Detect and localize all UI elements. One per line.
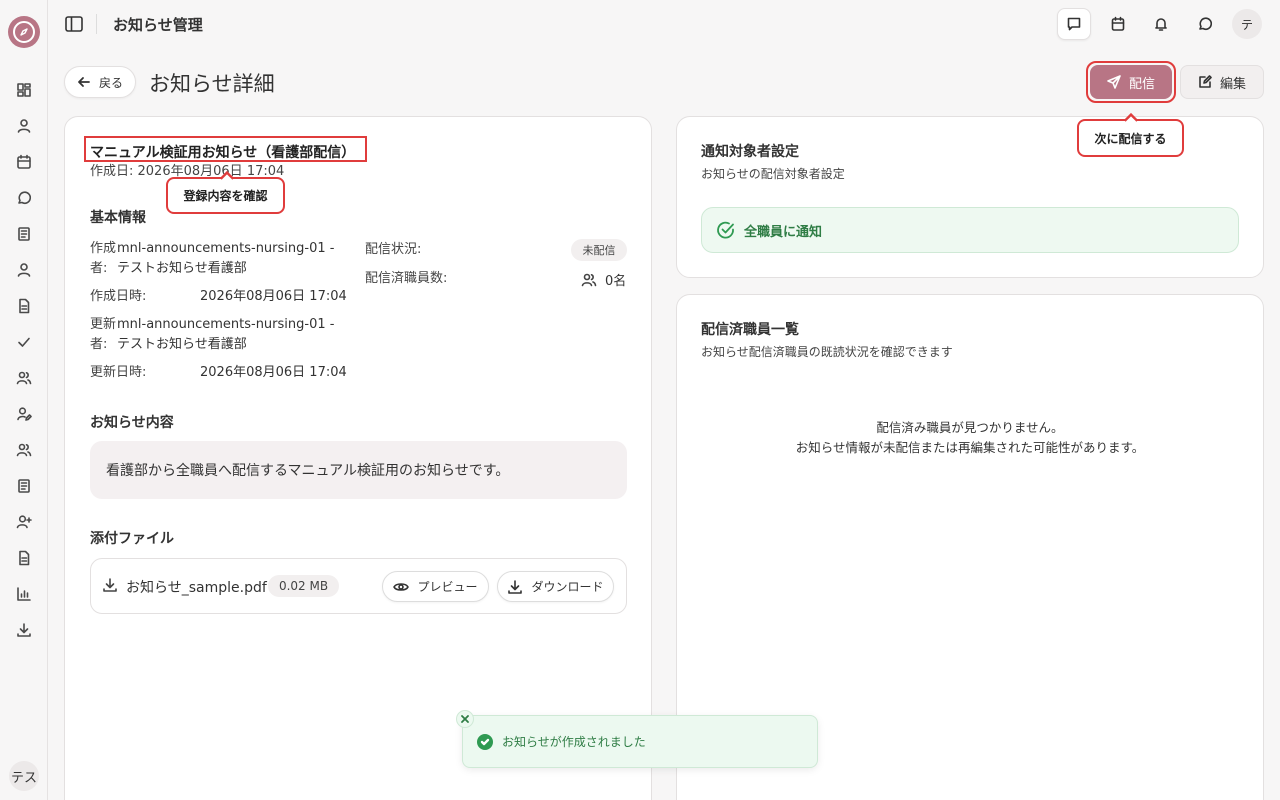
download-icon xyxy=(508,579,523,594)
user-add-icon[interactable] xyxy=(14,512,34,532)
creator-value-2: テストお知らせ看護部 xyxy=(117,261,247,276)
sidebar: テス xyxy=(0,0,48,800)
edit-label: 編集 xyxy=(1219,76,1246,92)
dashboard-icon[interactable] xyxy=(14,80,34,100)
download-icon[interactable] xyxy=(14,620,34,640)
preview-label: プレビュー xyxy=(417,580,478,594)
top-bar: お知らせ管理 テ xyxy=(48,0,1280,48)
delivered-count: 0名 xyxy=(581,270,626,289)
attachments-heading: 添付ファイル xyxy=(90,531,174,547)
back-button[interactable]: 戻る xyxy=(64,66,136,98)
edit-button[interactable]: 編集 xyxy=(1180,65,1264,99)
send-icon xyxy=(1107,75,1121,89)
bar-chart-icon[interactable] xyxy=(14,584,34,604)
arrow-left-icon xyxy=(78,77,90,87)
user-icon[interactable] xyxy=(14,116,34,136)
status-label: 配信状況: xyxy=(365,242,422,257)
title-hint-callout: 登録内容を確認 xyxy=(166,170,285,214)
app-title: お知らせ管理 xyxy=(113,16,203,34)
empty-line-1: 配信済み職員が見つかりません。 xyxy=(876,420,1064,435)
toast-message: お知らせが作成されました xyxy=(502,735,646,749)
sidebar-toggle-icon[interactable] xyxy=(64,14,84,34)
chat-icon[interactable] xyxy=(1057,8,1091,40)
eye-icon xyxy=(393,582,410,591)
created-at-value: 2026年08月06日 17:04 xyxy=(200,289,347,304)
message-icon[interactable] xyxy=(1188,8,1222,40)
calendar-icon[interactable] xyxy=(14,152,34,172)
bell-icon[interactable] xyxy=(1144,8,1178,40)
topbar-avatar[interactable]: テ xyxy=(1232,9,1262,39)
delivered-count-label: 配信済職員数: xyxy=(365,271,448,286)
content-body: 看護部から全職員へ配信するマニュアル検証用のお知らせです。 xyxy=(90,441,627,499)
toast-notification: お知らせが作成されました xyxy=(462,715,818,768)
updater-value-2: テストお知らせ看護部 xyxy=(117,337,247,352)
edit-icon xyxy=(1199,75,1212,88)
updater-label-2: 者: xyxy=(90,337,108,352)
delivered-list-heading: 配信済職員一覧 xyxy=(701,322,799,338)
check-circle-icon xyxy=(717,221,734,239)
chat-icon[interactable] xyxy=(14,188,34,208)
updated-at-label: 更新日時: xyxy=(90,365,147,380)
send-label: 配信 xyxy=(1128,76,1155,92)
delivered-count-value: 0名 xyxy=(605,274,627,289)
basic-info-heading: 基本情報 xyxy=(90,210,146,226)
check-icon xyxy=(477,733,493,750)
user-avatar[interactable]: テス xyxy=(9,761,39,791)
document-icon[interactable] xyxy=(14,548,34,568)
back-label: 戻る xyxy=(98,75,123,90)
file-name: お知らせ_sample.pdf xyxy=(126,580,267,596)
send-hint-callout: 次に配信する xyxy=(1077,112,1184,157)
created-at-label: 作成日時: xyxy=(90,289,147,304)
users-icon xyxy=(581,273,597,286)
title-hint-text: 登録内容を確認 xyxy=(183,189,268,203)
check-icon[interactable] xyxy=(14,332,34,352)
creator-label-2: 者: xyxy=(90,261,108,276)
app-logo[interactable] xyxy=(8,16,40,48)
delivered-list-subtitle: お知らせ配信済職員の既読状況を確認できます xyxy=(701,345,953,359)
updated-at-value: 2026年08月06日 17:04 xyxy=(200,365,347,380)
updater-value: mnl-announcements-nursing-01 - xyxy=(117,317,335,332)
user-icon[interactable] xyxy=(14,260,34,280)
calendar-icon[interactable] xyxy=(1101,8,1135,40)
preview-button[interactable]: プレビュー xyxy=(382,571,489,602)
download-icon[interactable] xyxy=(102,577,118,593)
creator-value: mnl-announcements-nursing-01 - xyxy=(117,241,335,256)
divider xyxy=(96,14,97,34)
empty-line-2: お知らせ情報が未配信または再編集された可能性があります。 xyxy=(795,440,1145,455)
user-edit-icon[interactable] xyxy=(14,404,34,424)
book-icon[interactable] xyxy=(14,224,34,244)
download-button[interactable]: ダウンロード xyxy=(497,571,614,602)
notify-all-label: 全職員に通知 xyxy=(744,224,823,240)
download-label: ダウンロード xyxy=(531,580,604,594)
targets-heading: 通知対象者設定 xyxy=(701,144,799,160)
title-highlight-box xyxy=(84,136,367,162)
empty-state: 配信済み職員が見つかりません。 お知らせ情報が未配信または再編集された可能性があ… xyxy=(676,418,1264,458)
book-icon[interactable] xyxy=(14,476,34,496)
notify-all-box: 全職員に通知 xyxy=(701,207,1239,253)
send-button[interactable]: 配信 xyxy=(1090,65,1172,99)
updater-label: 更新 xyxy=(90,317,117,332)
targets-subtitle: お知らせの配信対象者設定 xyxy=(701,167,845,181)
document-icon[interactable] xyxy=(14,296,34,316)
content-heading: お知らせ内容 xyxy=(90,415,174,431)
close-icon[interactable] xyxy=(456,710,474,728)
page-title: お知らせ詳細 xyxy=(149,72,275,96)
creator-label: 作成 xyxy=(90,241,117,256)
file-size-badge: 0.02 MB xyxy=(268,575,339,597)
status-badge: 未配信 xyxy=(571,239,627,261)
send-hint-text: 次に配信する xyxy=(1094,131,1167,146)
users-icon[interactable] xyxy=(14,440,34,460)
users-icon[interactable] xyxy=(14,368,34,388)
